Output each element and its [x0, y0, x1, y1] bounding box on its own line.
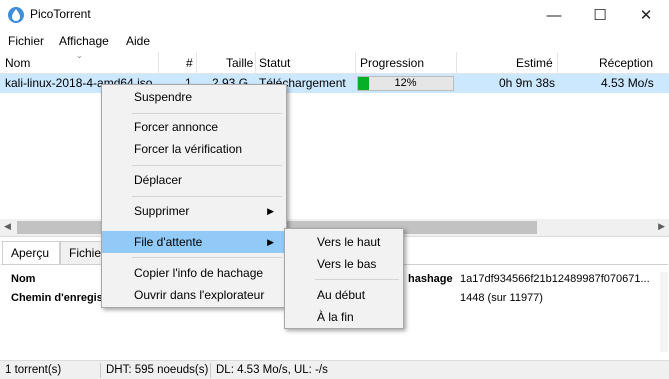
torrent-progress-bar: 12% — [357, 76, 454, 91]
title-bar: PicoTorrent — ☐ ✕ — [0, 0, 669, 30]
column-divider[interactable] — [255, 52, 256, 74]
torrent-download-rate: 4.53 Mo/s — [601, 76, 654, 90]
column-divider[interactable] — [355, 52, 356, 74]
torrent-list-header: Nom ⌄ # Taille Statut Progression Estimé… — [0, 51, 669, 74]
menu-separator — [132, 113, 282, 114]
menu-item-file-attente[interactable]: File d'attente ▶ — [102, 231, 286, 253]
torrent-count: 1 torrent(s) — [5, 364, 62, 376]
menu-item-supprimer-label: Supprimer — [134, 204, 190, 218]
pieces-value: 1448 (sur 11977) — [460, 292, 543, 304]
submenu-item-au-debut[interactable]: Au début — [285, 284, 403, 306]
minimize-button[interactable]: — — [531, 0, 577, 30]
dht-nodes: DHT: 595 noeuds(s) — [106, 364, 209, 376]
column-header-progress[interactable]: Progression — [360, 56, 424, 70]
window-title: PicoTorrent — [30, 7, 91, 21]
column-header-download[interactable]: Réception — [599, 56, 653, 70]
menu-item-suspendre[interactable]: Suspendre — [102, 86, 286, 108]
menu-fichier[interactable]: Fichier — [8, 34, 44, 48]
menu-item-forcer-verification[interactable]: Forcer la vérification — [102, 138, 286, 160]
picotorrent-logo-icon — [8, 7, 24, 23]
scroll-right-arrow-icon[interactable]: ▶ — [658, 221, 665, 232]
context-menu: Suspendre Forcer annonce Forcer la vérif… — [101, 84, 287, 308]
submenu-item-vers-le-bas[interactable]: Vers le bas — [285, 253, 403, 275]
column-header-status[interactable]: Statut — [259, 56, 290, 70]
column-divider[interactable] — [456, 52, 457, 74]
menu-separator — [132, 165, 282, 166]
name-label: Nom — [11, 273, 36, 285]
menu-item-supprimer[interactable]: Supprimer ▶ — [102, 200, 286, 222]
menu-separator — [315, 279, 399, 280]
close-button[interactable]: ✕ — [623, 0, 669, 30]
column-header-eta[interactable]: Estimé — [516, 56, 553, 70]
menu-item-copier-hachage[interactable]: Copier l'info de hachage — [102, 262, 286, 284]
scroll-left-arrow-icon[interactable]: ◀ — [4, 221, 11, 232]
progress-percent: 12% — [394, 77, 417, 89]
submenu-arrow-icon: ▶ — [267, 206, 274, 216]
menu-item-file-attente-label: File d'attente — [134, 235, 203, 249]
menu-aide[interactable]: Aide — [126, 34, 150, 48]
menu-item-forcer-annonce[interactable]: Forcer annonce — [102, 116, 286, 138]
torrent-eta: 0h 9m 38s — [499, 76, 556, 90]
menu-affichage[interactable]: Affichage — [59, 34, 109, 48]
tab-apercu[interactable]: Aperçu — [2, 241, 60, 266]
menu-bar: Fichier Affichage Aide — [0, 30, 669, 52]
column-divider[interactable] — [196, 52, 197, 74]
hash-label: hashage — [408, 273, 453, 285]
submenu-item-vers-le-haut[interactable]: Vers le haut — [285, 231, 403, 253]
column-header-queue[interactable]: # — [186, 56, 193, 70]
column-header-size[interactable]: Taille — [226, 56, 253, 70]
sort-chevron-icon: ⌄ — [76, 51, 83, 60]
transfer-rates: DL: 4.53 Mo/s, UL: -/s — [216, 364, 328, 376]
column-divider[interactable] — [158, 52, 159, 74]
menu-separator — [132, 196, 282, 197]
submenu-item-a-la-fin[interactable]: À la fin — [285, 306, 403, 328]
column-header-name[interactable]: Nom — [5, 56, 30, 70]
panel-edge — [660, 272, 668, 352]
menu-item-deplacer[interactable]: Déplacer — [102, 169, 286, 191]
queue-submenu: Vers le haut Vers le bas Au début À la f… — [284, 228, 404, 329]
hash-value: 1a17df934566f21b12489987f070671... — [460, 273, 650, 285]
menu-separator — [132, 257, 282, 258]
status-divider — [100, 363, 101, 378]
maximize-button[interactable]: ☐ — [577, 0, 623, 30]
menu-item-ouvrir-explorateur[interactable]: Ouvrir dans l'explorateur — [102, 284, 286, 306]
status-divider — [210, 363, 211, 378]
submenu-arrow-icon: ▶ — [267, 237, 274, 247]
status-bar: 1 torrent(s) DHT: 595 noeuds(s) DL: 4.53… — [0, 360, 669, 379]
column-divider[interactable] — [557, 52, 558, 74]
